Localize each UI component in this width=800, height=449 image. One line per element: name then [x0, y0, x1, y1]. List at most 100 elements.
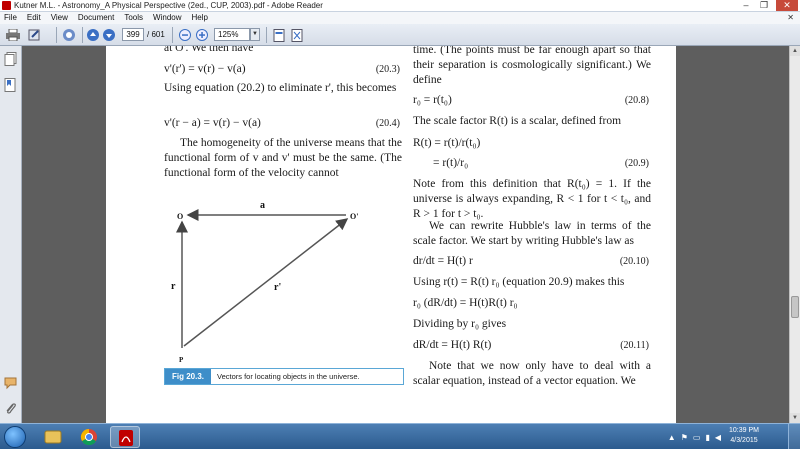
edit-icon[interactable] — [26, 27, 44, 43]
network-icon[interactable]: ▮ — [705, 433, 709, 442]
left-text-3: The homogeneity of the universe means th… — [164, 137, 402, 179]
equation-expression: v'(r − a) = v(r) − v(a) — [164, 117, 261, 129]
equation-20-4: v'(r − a) = v(r) − v(a) (20.4) — [164, 116, 402, 131]
right-text-1: time. (The points must be far enough apa… — [413, 46, 651, 86]
left-text-1: at O'. We then have — [164, 46, 254, 54]
label-a: a — [260, 200, 265, 211]
maximize-button[interactable]: ❐ — [758, 0, 770, 11]
clock-date: 4/3/2015 — [730, 437, 758, 444]
menu-edit[interactable]: Edit — [27, 12, 41, 24]
toolbar-separator — [266, 27, 267, 43]
previous-page-icon[interactable] — [86, 27, 100, 43]
taskbar-adobe-reader[interactable] — [110, 426, 140, 448]
vector-r-prime — [183, 218, 349, 347]
page-total: / 601 — [147, 30, 165, 39]
equation-dR: r₀ (dR/dt) = H(t)R(t) r₀ — [413, 296, 651, 311]
right-text-3: Note from this definition that R(t₀) = 1… — [413, 178, 651, 220]
right-text-4: We can rewrite Hubble's law in terms of … — [413, 220, 651, 247]
equation-20-10: dr/dt = H(t) r (20.10) — [413, 254, 651, 269]
menu-bar: File Edit View Document Tools Window Hel… — [0, 12, 800, 24]
document-close-button[interactable]: ✕ — [787, 12, 794, 24]
equation-expression: dR/dt = H(t) R(t) — [413, 339, 492, 351]
right-text-7: Note that we now only have to deal with … — [413, 360, 651, 387]
label-p: P — [179, 356, 184, 364]
scroll-down-icon[interactable]: ▼ — [790, 413, 800, 423]
label-o-prime: O' — [350, 212, 358, 221]
adobe-reader-icon — [2, 1, 11, 10]
vertical-scrollbar[interactable]: ▲ ▼ — [789, 46, 800, 423]
equation-20-11: dR/dt = H(t) R(t) (20.11) — [413, 338, 651, 353]
equation-number: (20.9) — [624, 158, 649, 169]
taskbar-explorer[interactable] — [38, 426, 68, 448]
equation-expression: v'(r') = v(r) − v(a) — [164, 63, 246, 75]
toolbar-separator — [172, 27, 173, 43]
figure-caption: Fig 20.3. Vectors for locating objects i… — [164, 368, 404, 385]
scroll-thumb[interactable] — [791, 296, 799, 318]
comments-panel-icon[interactable] — [4, 376, 17, 390]
clock[interactable]: 10:39 PM 4/3/2015 — [722, 426, 766, 446]
title-bar: Kutner M.L. - Astronomy_A Physical Persp… — [0, 0, 800, 12]
zoom-level-input[interactable]: 125% — [214, 28, 250, 41]
page-number-input[interactable]: 399 — [122, 28, 144, 41]
zoom-in-icon[interactable] — [195, 27, 209, 43]
pages-panel-icon[interactable] — [4, 52, 17, 66]
equation-number: (20.8) — [624, 95, 649, 106]
equation-expression: r₀ = r(t₀) — [413, 94, 452, 106]
document-viewport[interactable]: at O'. We then have v'(r') = v(r) − v(a)… — [22, 46, 789, 423]
right-text-2: The scale factor R(t) is a scalar, defin… — [413, 115, 622, 127]
equation-number: (20.11) — [620, 340, 649, 351]
menu-tools[interactable]: Tools — [124, 12, 143, 24]
toolbar: 399 / 601 125% ▼ — [0, 24, 800, 46]
menu-help[interactable]: Help — [192, 12, 208, 24]
right-text-5: Using r(t) = R(t) r₀ (equation 20.9) mak… — [413, 276, 625, 288]
left-text-2: Using equation (20.2) to eliminate r', t… — [164, 82, 397, 94]
equation-expression: r₀ (dR/dt) = H(t)R(t) r₀ — [413, 297, 518, 309]
collaborate-icon[interactable] — [60, 27, 78, 43]
window-title: Kutner M.L. - Astronomy_A Physical Persp… — [14, 1, 323, 10]
vector-diagram: O O' a r r' P — [171, 200, 358, 364]
minimize-button[interactable]: – — [740, 0, 752, 11]
menu-file[interactable]: File — [4, 12, 17, 24]
taskbar: ▲ ⚑ ▭ ▮ ◀ 10:39 PM 4/3/2015 — [0, 423, 800, 449]
battery-icon[interactable]: ▭ — [693, 433, 701, 442]
equation-expression: = r(t)/r₀ — [433, 157, 469, 169]
right-text-6: Dividing by r₀ gives — [413, 318, 507, 330]
print-icon[interactable] — [4, 27, 22, 43]
menu-document[interactable]: Document — [78, 12, 114, 24]
equation-number: (20.3) — [375, 64, 400, 75]
tray-expand-icon[interactable]: ▲ — [668, 433, 676, 442]
fit-width-icon[interactable] — [272, 27, 286, 43]
zoom-out-icon[interactable] — [178, 27, 192, 43]
flag-icon[interactable]: ⚑ — [681, 433, 688, 442]
zoom-dropdown-icon[interactable]: ▼ — [250, 28, 260, 41]
start-button[interactable] — [4, 426, 26, 448]
volume-icon[interactable]: ◀ — [715, 433, 721, 442]
show-desktop-button[interactable] — [788, 424, 800, 449]
menu-window[interactable]: Window — [153, 12, 181, 24]
equation-20-9b: = r(t)/r₀ (20.9) — [413, 156, 651, 171]
label-r: r — [171, 281, 176, 292]
caption-text: Vectors for locating objects in the univ… — [217, 372, 360, 381]
menu-view[interactable]: View — [51, 12, 68, 24]
navigation-pane — [0, 46, 22, 423]
scroll-up-icon[interactable]: ▲ — [790, 46, 800, 56]
figure-tag: Fig 20.3. — [165, 369, 211, 384]
equation-20-3: v'(r') = v(r) − v(a) (20.3) — [164, 62, 402, 77]
toolbar-separator — [82, 27, 83, 43]
bookmarks-panel-icon[interactable] — [4, 78, 17, 92]
label-o: O — [177, 212, 183, 221]
equation-20-9a: R(t) = r(t)/r(t₀) — [413, 136, 651, 151]
pdf-page: at O'. We then have v'(r') = v(r) − v(a)… — [106, 46, 676, 423]
equation-number: (20.4) — [375, 118, 400, 129]
label-r-prime: r' — [274, 282, 281, 293]
taskbar-chrome[interactable] — [74, 426, 104, 448]
toolbar-separator — [56, 27, 57, 43]
next-page-icon[interactable] — [102, 27, 116, 43]
equation-expression: dr/dt = H(t) r — [413, 255, 473, 267]
close-button[interactable]: ✕ — [776, 0, 798, 11]
fit-page-icon[interactable] — [290, 27, 304, 43]
equation-number: (20.10) — [619, 256, 649, 267]
window-controls: – ❐ ✕ — [740, 0, 798, 11]
equation-expression: R(t) = r(t)/r(t₀) — [413, 137, 481, 149]
attachments-panel-icon[interactable] — [4, 402, 17, 416]
